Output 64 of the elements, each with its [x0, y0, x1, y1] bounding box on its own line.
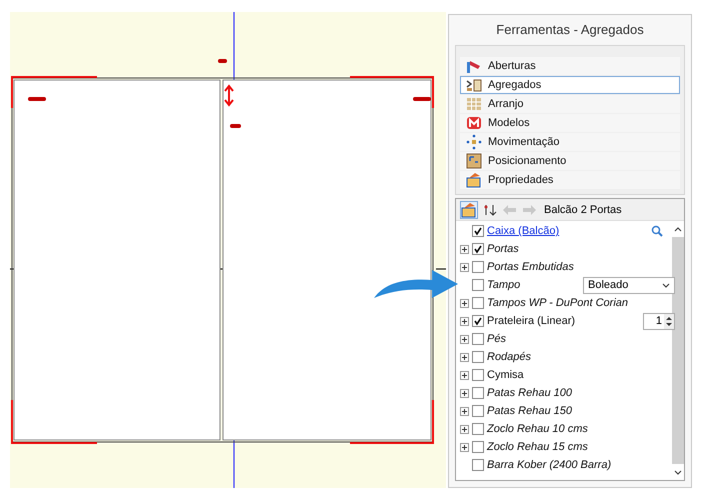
tool-item[interactable]: Arranjo: [460, 95, 680, 113]
expand-icon[interactable]: [460, 334, 469, 344]
position-icon: [466, 153, 482, 169]
expand-icon[interactable]: [460, 388, 469, 398]
flag-icon: [466, 58, 482, 74]
scrollbar[interactable]: [672, 221, 684, 480]
expand-icon[interactable]: [460, 262, 469, 272]
tree-label: Portas: [487, 243, 519, 255]
tree-label: Pés: [487, 333, 506, 345]
tree-label: Zoclo Rehau 15 cms: [487, 441, 588, 453]
chevron-down-icon: [662, 282, 670, 288]
scroll-down-icon[interactable]: [674, 470, 682, 474]
checkbox[interactable]: [472, 369, 484, 381]
tool-item[interactable]: Modelos: [460, 114, 680, 132]
tool-item[interactable]: Agregados: [460, 76, 680, 94]
expand-icon[interactable]: [460, 352, 469, 362]
tree-label: Patas Rehau 100: [487, 387, 572, 399]
expand-icon[interactable]: [460, 406, 469, 416]
tree-link[interactable]: Caixa (Balcão): [487, 225, 560, 237]
expand-icon[interactable]: [460, 298, 469, 308]
checkbox[interactable]: [472, 387, 484, 399]
tool-item[interactable]: Movimentação: [460, 133, 680, 151]
m-letter-icon: [466, 115, 482, 131]
folder-icon: [466, 172, 482, 188]
grid-icon: [466, 96, 482, 112]
tree-label: Tampo: [487, 279, 520, 291]
tool-item[interactable]: Propriedades: [460, 171, 680, 189]
move-icon: [466, 134, 482, 150]
expand-icon[interactable]: [460, 316, 469, 326]
tree-label: Tampos WP - DuPont Corian: [487, 297, 628, 309]
checkbox[interactable]: [472, 315, 484, 327]
checkbox[interactable]: [472, 243, 484, 255]
checkbox[interactable]: [472, 423, 484, 435]
checkbox[interactable]: [472, 333, 484, 345]
expand-icon[interactable]: [460, 442, 469, 452]
expand-icon[interactable]: [460, 244, 469, 254]
tree-label: Cymisa: [487, 369, 524, 381]
expand-icon[interactable]: [460, 370, 469, 380]
panel-title: Ferramentas - Agregados: [496, 21, 644, 39]
tool-item[interactable]: Posicionamento: [460, 152, 680, 170]
checkbox[interactable]: [472, 297, 484, 309]
checkbox[interactable]: [472, 459, 484, 471]
tree-label: Zoclo Rehau 10 cms: [487, 423, 588, 435]
checkbox[interactable]: [472, 225, 484, 237]
dropdown[interactable]: Boleado: [583, 276, 675, 294]
cabinet-icon: [466, 77, 482, 93]
tree-label: Rodapés: [487, 351, 532, 363]
checkbox[interactable]: [472, 261, 484, 273]
spin-arrows-icon[interactable]: [664, 314, 674, 328]
checkbox[interactable]: [472, 441, 484, 453]
search-icon[interactable]: [651, 225, 663, 237]
tree-label: Patas Rehau 150: [487, 405, 572, 417]
tool-item[interactable]: Aberturas: [460, 57, 680, 75]
scroll-up-icon[interactable]: [674, 226, 682, 232]
properties-button[interactable]: [460, 200, 478, 218]
tree-label: Portas Embutidas: [487, 261, 574, 273]
spinner-field[interactable]: 1: [643, 312, 675, 330]
tree-label: Prateleira (Linear): [487, 315, 576, 327]
checkbox[interactable]: [472, 351, 484, 363]
tree-label: Barra Kober (2400 Barra): [487, 459, 612, 471]
breadcrumb: Balcão 2 Portas: [544, 204, 622, 216]
checkbox[interactable]: [472, 279, 484, 291]
expand-icon[interactable]: [460, 424, 469, 434]
checkbox[interactable]: [472, 405, 484, 417]
